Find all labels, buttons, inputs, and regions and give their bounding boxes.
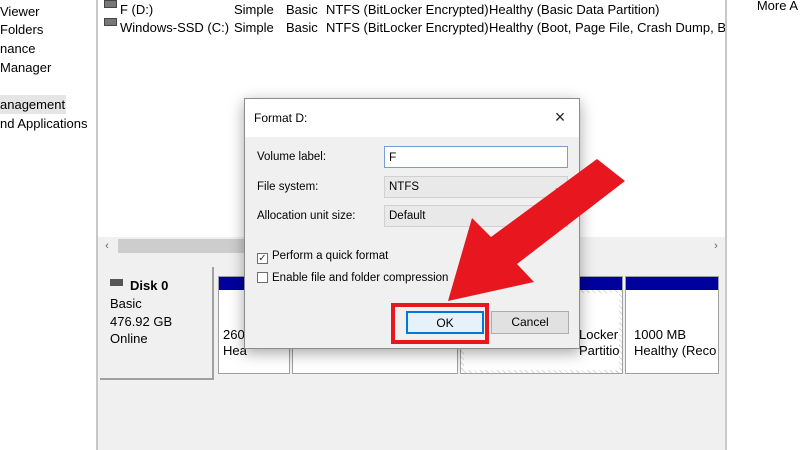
ok-highlight-box <box>391 303 489 344</box>
drive-icon <box>104 0 117 8</box>
disk-info-panel[interactable]: Disk 0 Basic 476.92 GB Online <box>100 267 214 380</box>
volume-type: Basic <box>286 2 318 17</box>
chevron-left-icon[interactable]: ‹ <box>98 237 116 255</box>
allocation-size-value: Default <box>389 210 426 222</box>
more-actions-link[interactable]: More A <box>757 0 798 13</box>
quick-format-option[interactable]: ✓ Perform a quick format <box>257 249 389 264</box>
file-system-dropdown[interactable]: NTFS ⌄ <box>384 176 568 198</box>
file-system-value: NTFS <box>389 181 420 193</box>
partition-line1: 1000 MB <box>634 327 687 342</box>
chevron-down-icon: ⌄ <box>553 182 561 192</box>
nav-item-performance[interactable]: nance <box>0 39 35 58</box>
disk-status: Online <box>110 331 148 346</box>
volume-type: Basic <box>286 20 318 35</box>
partition-line1: 260 <box>223 327 245 342</box>
volume-status: Healthy (Boot, Page File, Crash Dump, Ba… <box>489 20 725 35</box>
compression-checkbox[interactable] <box>257 272 268 283</box>
partition-line1: Locker <box>579 327 619 342</box>
allocation-size-dropdown[interactable]: Default <box>384 205 568 227</box>
disk-type: Basic <box>110 296 142 311</box>
drive-icon <box>104 18 117 26</box>
volume-row[interactable]: Windows-SSD (C:) Simple Basic NTFS (BitL… <box>98 18 725 37</box>
close-icon[interactable]: × <box>551 108 569 126</box>
compression-option[interactable]: Enable file and folder compression <box>257 271 448 285</box>
volume-layout: Simple <box>234 2 274 17</box>
partition-line2: Healthy (Reco <box>634 343 717 358</box>
volume-label-input[interactable] <box>384 146 568 168</box>
volume-label-caption: Volume label: <box>257 151 327 163</box>
volume-layout: Simple <box>234 20 274 35</box>
volume-name: F (D:) <box>120 2 154 17</box>
volume-row[interactable]: F (D:) Simple Basic NTFS (BitLocker Encr… <box>98 0 725 19</box>
nav-item-disk-management[interactable]: anagement <box>0 95 66 114</box>
volume-file-system: NTFS (BitLocker Encrypted) <box>326 20 489 35</box>
partition-line2: Partitio <box>579 343 620 358</box>
allocation-size-caption: Allocation unit size: <box>257 210 356 222</box>
volume-status: Healthy (Basic Data Partition) <box>489 2 660 17</box>
navigation-tree: Viewer Folders nance Manager anagement n… <box>0 0 96 450</box>
cancel-button[interactable]: Cancel <box>491 311 569 334</box>
actions-pane: More A <box>727 0 800 450</box>
volume-file-system: NTFS (BitLocker Encrypted) <box>326 2 489 17</box>
volume-name: Windows-SSD (C:) <box>120 20 230 35</box>
file-system-caption: File system: <box>257 181 319 193</box>
compression-label: Enable file and folder compression <box>272 272 449 284</box>
partition-band <box>626 277 718 290</box>
nav-item-services-applications[interactable]: nd Applications <box>0 114 87 133</box>
chevron-right-icon[interactable]: › <box>707 237 725 255</box>
quick-format-checkbox[interactable]: ✓ <box>257 253 268 264</box>
nav-item-shared-folders[interactable]: Folders <box>0 20 43 39</box>
nav-item-event-viewer[interactable]: Viewer <box>0 2 40 21</box>
disk-icon <box>110 279 123 286</box>
quick-format-label: Perform a quick format <box>272 250 389 262</box>
disk-name: Disk 0 <box>130 278 169 293</box>
dialog-title: Format D: <box>254 111 308 125</box>
nav-item-device-manager[interactable]: Manager <box>0 58 51 77</box>
partition-block[interactable]: 1000 MB Healthy (Reco <box>625 276 719 374</box>
disk-size: 476.92 GB <box>110 314 173 329</box>
dialog-titlebar[interactable]: Format D: × <box>245 99 579 137</box>
